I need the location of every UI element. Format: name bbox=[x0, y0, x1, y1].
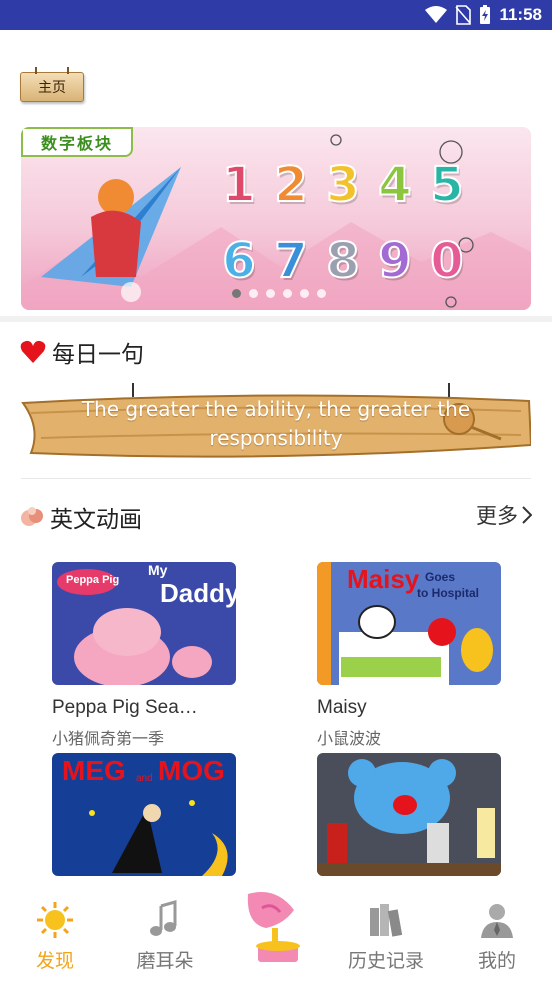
daily-title: 每日一句 bbox=[52, 342, 144, 368]
cartoons-title: 英文动画 bbox=[50, 507, 142, 533]
blue-bear-illustration bbox=[317, 759, 501, 876]
cartoon-card-peppa[interactable]: Peppa Pig My Daddy Peppa Pig Sea… 小猪佩奇第一… bbox=[52, 562, 236, 749]
thumb-text: MOG bbox=[158, 755, 225, 786]
numbers-banner[interactable]: 数字板块 1 2 3 4 5 6 7 8 9 0 bbox=[21, 127, 531, 310]
banner-tag: 数字板块 bbox=[21, 127, 133, 157]
more-link[interactable]: 更多 bbox=[476, 500, 532, 530]
cartoon-thumbnail: MEG and MOG bbox=[52, 753, 236, 876]
more-label: 更多 bbox=[476, 504, 518, 528]
thumb-text: Maisy bbox=[347, 564, 420, 594]
status-time: 11:58 bbox=[499, 5, 542, 24]
user-icon bbox=[481, 904, 513, 938]
digits-row-bottom: 6 7 8 9 0 bbox=[217, 232, 469, 290]
tab-player[interactable] bbox=[221, 888, 331, 983]
digit: 8 bbox=[325, 232, 360, 290]
cartoon-subtitle: 小鼠波波 bbox=[317, 729, 382, 748]
bottom-tab-bar: 发现 磨耳朵 历史记录 我的 bbox=[0, 888, 552, 983]
thumb-text: Peppa Pig bbox=[66, 574, 120, 586]
digit: 9 bbox=[377, 232, 412, 290]
battery-charging-icon bbox=[480, 5, 491, 24]
digit: 2 bbox=[273, 156, 308, 214]
digit: 1 bbox=[221, 156, 256, 214]
status-icons: 11:58 bbox=[425, 4, 542, 26]
tag-pin bbox=[35, 67, 37, 74]
cartoon-card-meg-mog[interactable]: MEG and MOG bbox=[52, 753, 236, 876]
tab-label: 历史记录 bbox=[347, 950, 424, 972]
status-bar: 11:58 bbox=[0, 0, 552, 30]
chevron-right-icon bbox=[522, 506, 532, 524]
cartoon-card-maisy[interactable]: Maisy Goes to Hospital Maisy 小鼠波波 bbox=[317, 562, 501, 749]
cartoon-title: Maisy bbox=[317, 697, 367, 718]
tag-pin bbox=[67, 67, 69, 74]
digit: 6 bbox=[221, 232, 256, 290]
thumb-text: to Hospital bbox=[417, 586, 479, 600]
carousel-dot[interactable] bbox=[249, 289, 258, 298]
heart-icon bbox=[20, 340, 46, 363]
carousel-dots bbox=[232, 289, 326, 298]
sun-icon bbox=[37, 902, 73, 938]
cartoon-thumbnail: Maisy Goes to Hospital bbox=[317, 562, 501, 685]
home-tag[interactable]: 主页 bbox=[20, 67, 84, 102]
carousel-dot[interactable] bbox=[283, 289, 292, 298]
gramophone-icon bbox=[247, 892, 300, 962]
daily-section-header: 每日一句 bbox=[20, 335, 144, 369]
digits-row-top: 1 2 3 4 5 bbox=[217, 156, 469, 214]
divider bbox=[21, 478, 531, 479]
thumb-text: Goes bbox=[425, 570, 456, 584]
cartoon-card-blue-bear[interactable] bbox=[317, 753, 501, 876]
carousel-dot[interactable] bbox=[317, 289, 326, 298]
cartoon-subtitle: 小猪佩奇第一季 bbox=[52, 729, 165, 748]
daily-quote: The greater the ability, the greater the… bbox=[81, 397, 471, 450]
books-icon bbox=[370, 904, 403, 937]
tab-label: 磨耳朵 bbox=[136, 950, 194, 972]
section-divider bbox=[0, 316, 552, 322]
cartoon-thumbnail bbox=[317, 753, 501, 876]
tab-history[interactable]: 历史记录 bbox=[331, 888, 441, 983]
cartoons-section-header: 英文动画 bbox=[20, 500, 142, 534]
tab-profile[interactable]: 我的 bbox=[442, 888, 552, 983]
digit: 7 bbox=[273, 232, 308, 290]
cartoon-title: Peppa Pig Sea… bbox=[52, 697, 198, 718]
digit: 3 bbox=[325, 156, 360, 214]
thumb-text: My bbox=[148, 562, 168, 578]
tab-label: 我的 bbox=[477, 950, 516, 972]
no-sim-icon bbox=[455, 5, 472, 25]
carousel-dot[interactable] bbox=[266, 289, 275, 298]
digit: 4 bbox=[377, 156, 412, 214]
carousel-dot[interactable] bbox=[300, 289, 309, 298]
cartoon-icon bbox=[21, 507, 43, 526]
thumb-text: MEG bbox=[62, 755, 126, 786]
wifi-icon bbox=[425, 6, 448, 23]
carousel-dot[interactable] bbox=[232, 289, 241, 298]
music-note-icon bbox=[150, 900, 177, 936]
thumb-text: and bbox=[136, 773, 153, 784]
home-label: 主页 bbox=[38, 80, 66, 96]
tab-listen[interactable]: 磨耳朵 bbox=[110, 888, 220, 983]
thumb-text: Daddy bbox=[160, 578, 236, 608]
tab-label: 发现 bbox=[35, 950, 74, 972]
digit: 0 bbox=[429, 232, 464, 290]
cartoon-thumbnail: Peppa Pig My Daddy bbox=[52, 562, 236, 685]
digit: 5 bbox=[429, 156, 464, 214]
tab-discover[interactable]: 发现 bbox=[0, 888, 110, 983]
